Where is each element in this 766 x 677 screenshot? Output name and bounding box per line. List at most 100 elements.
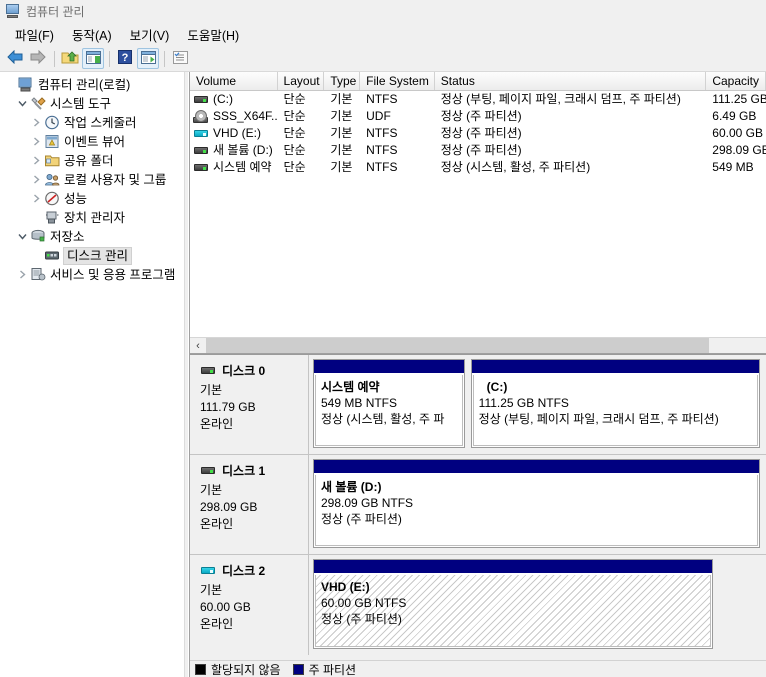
table-row[interactable]: 새 볼륨 (D:) 단순 기본 NTFS 정상 (주 파티션) 298.09 G… [190,142,766,159]
partition-status: 정상 (주 파티션) [321,612,402,626]
volume-list-horizontal-scrollbar[interactable]: ‹ [190,337,766,353]
optical-disc-icon [193,110,209,123]
table-row[interactable]: VHD (E:) 단순 기본 NTFS 정상 (주 파티션) 60.00 GB [190,125,766,142]
sidebar-item-label: 컴퓨터 관리(로컬) [38,77,131,92]
disk-type: 기본 [200,583,223,597]
sidebar-item-label: 공유 폴더 [64,153,114,168]
cell-type: 기본 [330,126,353,140]
tool-bar: ? [0,46,766,72]
chevron-right-icon[interactable] [14,270,30,279]
sidebar-item-services-and-applications[interactable]: 서비스 및 응용 프로그램 [0,265,188,284]
sidebar-item-storage[interactable]: 저장소 [0,227,188,246]
disk-info[interactable]: 디스크 0 기본 111.79 GB 온라인 [190,355,309,454]
cell-layout: 단순 [283,109,306,123]
disk-state: 온라인 [200,417,234,431]
up-folder-button[interactable] [59,48,81,69]
disk-title: 디스크 0 [200,363,308,380]
help-button[interactable]: ? [114,48,136,69]
sidebar-item-event-viewer[interactable]: 이벤트 뷰어 [0,132,188,151]
disk-row[interactable]: 디스크 1 기본 298.09 GB 온라인 새 볼륨 (D:) 298.09 … [190,455,766,555]
disk-row[interactable]: 디스크 0 기본 111.79 GB 온라인 시스템 예약 549 MB NTF… [190,355,766,455]
disk-size: 111.79 GB [200,400,256,414]
properties-button[interactable] [169,48,191,69]
disk-info[interactable]: 디스크 2 기본 60.00 GB 온라인 [190,555,309,655]
device-manager-icon [44,210,61,226]
disk-info[interactable]: 디스크 1 기본 298.09 GB 온라인 [190,455,309,554]
chevron-right-icon[interactable] [28,175,44,184]
disk-size: 298.09 GB [200,500,258,514]
table-row[interactable]: 시스템 예약 단순 기본 NTFS 정상 (시스템, 활성, 주 파티션) 54… [190,159,766,176]
column-header-capacity[interactable]: Capacity [706,72,766,90]
scrollbar-thumb[interactable] [206,338,709,353]
cell-status: 정상 (주 파티션) [440,126,522,140]
storage-icon [30,229,47,245]
toolbar-separator-2 [109,50,110,67]
chevron-down-icon[interactable] [14,99,30,108]
cell-file-system: NTFS [366,92,398,106]
disk-state: 온라인 [200,617,234,631]
chevron-down-icon[interactable] [14,232,30,241]
partition-status: 정상 (주 파티션) [321,512,402,526]
scroll-left-arrow-icon[interactable]: ‹ [190,338,206,353]
toolbar-separator-3 [164,50,165,67]
column-header-layout[interactable]: Layout [277,72,325,90]
chevron-right-icon[interactable] [28,194,44,203]
console-tree: 컴퓨터 관리(로컬) 시스템 도구 작업 스케줄러 이벤트 뷰어 공유 폴더 로… [0,72,189,677]
sidebar-item-computer-management-local[interactable]: 컴퓨터 관리(로컬) [0,75,188,94]
column-header-file-system[interactable]: File System [360,72,435,90]
partition[interactable]: 새 볼륨 (D:) 298.09 GB NTFS 정상 (주 파티션) [313,459,760,548]
disk-row[interactable]: 디스크 2 기본 60.00 GB 온라인 VHD (E:) 60.00 GB … [190,555,766,655]
table-row[interactable]: SSS_X64F... 단순 기본 UDF 정상 (주 파티션) 6.49 GB [190,108,766,125]
menu-view[interactable]: 보기(V) [121,23,179,46]
column-header-volume[interactable]: Volume [190,72,278,90]
back-button[interactable] [4,48,26,69]
partition-color-bar [314,460,759,474]
hard-disk-icon [200,365,218,378]
menu-file[interactable]: 파일(F) [6,23,63,46]
forward-button[interactable] [27,48,49,69]
menu-action[interactable]: 동작(A) [63,23,121,46]
chevron-right-icon[interactable] [28,156,44,165]
sidebar-item-local-users-and-groups[interactable]: 로컬 사용자 및 그룹 [0,170,188,189]
sidebar-item-device-manager[interactable]: 장치 관리자 [0,208,188,227]
cell-volume: 새 볼륨 (D:) [213,143,273,157]
window-body: 컴퓨터 관리(로컬) 시스템 도구 작업 스케줄러 이벤트 뷰어 공유 폴더 로… [0,72,766,677]
partition-color-bar [314,360,464,374]
column-header-status[interactable]: Status [434,72,707,90]
partition[interactable]: (C:) 111.25 GB NTFS 정상 (부팅, 페이지 파일, 크래시 … [470,359,760,448]
sidebar-item-label: 작업 스케줄러 [64,115,137,130]
partition[interactable]: VHD (E:) 60.00 GB NTFS 정상 (주 파티션) [313,559,713,649]
cell-volume: SSS_X64F... [213,109,278,123]
show-action-pane-button[interactable] [137,48,159,69]
partition[interactable]: 시스템 예약 549 MB NTFS 정상 (시스템, 활성, 주 파 [313,359,465,448]
sidebar-item-shared-folders[interactable]: 공유 폴더 [0,151,188,170]
sidebar-item-label: 디스크 관리 [63,246,132,265]
cell-status: 정상 (주 파티션) [440,143,522,157]
partition-body: VHD (E:) 60.00 GB NTFS 정상 (주 파티션) [315,575,711,647]
sidebar-item-task-scheduler[interactable]: 작업 스케줄러 [0,113,188,132]
services-icon [30,267,47,283]
sidebar-item-disk-management[interactable]: 디스크 관리 [0,246,188,265]
disk-name: 디스크 1 [222,464,266,478]
disk-type: 기본 [200,383,223,397]
show-hide-console-tree-button[interactable] [82,48,104,69]
arrow-right-icon [29,49,47,67]
toolbar-separator-1 [54,50,55,67]
performance-icon [44,191,61,207]
chevron-right-icon[interactable] [28,118,44,127]
sidebar-item-performance[interactable]: 성능 [0,189,188,208]
question-mark-icon: ? [118,50,132,67]
column-header-type[interactable]: Type [324,72,361,90]
menu-help[interactable]: 도움말(H) [178,23,248,46]
svg-text:?: ? [122,52,129,64]
scrollbar-track[interactable] [206,338,766,353]
disk-title: 디스크 2 [200,563,308,580]
cell-volume: 시스템 예약 [213,160,272,174]
sidebar-item-system-tools[interactable]: 시스템 도구 [0,94,188,113]
chevron-right-icon[interactable] [28,137,44,146]
table-row[interactable]: (C:) 단순 기본 NTFS 정상 (부팅, 페이지 파일, 크래시 덤프, … [190,91,766,108]
cell-layout: 단순 [283,160,306,174]
cell-type: 기본 [330,109,353,123]
cell-status: 정상 (주 파티션) [440,109,522,123]
cell-type: 기본 [330,92,353,106]
